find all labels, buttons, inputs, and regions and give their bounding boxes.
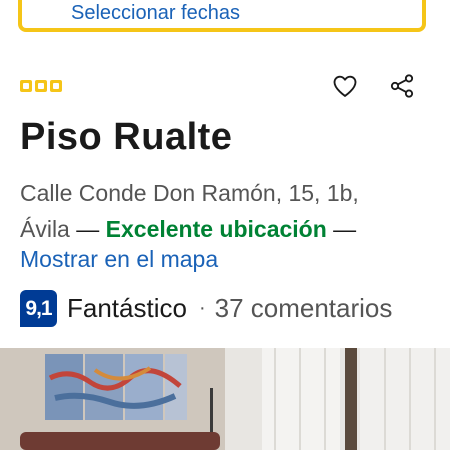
separator-dash: — [76,216,100,242]
separator-dash: — [333,216,357,242]
review-summary[interactable]: 9,1 Fantástico · 37 comentarios [20,290,392,327]
location-badge: Excelente ubicación [105,216,327,242]
review-score-badge: 9,1 [20,290,57,327]
star-rating [20,80,62,92]
review-score-label: Fantástico [67,293,187,323]
property-address: Calle Conde Don Ramón, 15, 1b, Ávila — E… [20,175,440,247]
date-selector-label[interactable]: Seleccionar fechas [71,2,240,25]
share-button[interactable] [388,72,416,100]
star-rating-icon [20,80,32,92]
dot-separator: · [198,297,206,319]
property-photo[interactable] [0,348,450,450]
date-selector[interactable]: Seleccionar fechas [18,0,426,32]
address-line: Calle Conde Don Ramón, 15, 1b, [20,180,359,206]
address-city: Ávila [20,216,70,242]
show-on-map-link[interactable]: Mostrar en el mapa [20,246,218,273]
share-icon [390,74,414,98]
star-rating-icon [50,80,62,92]
heart-icon [333,75,357,97]
property-title: Piso Rualte [20,116,233,158]
star-rating-icon [35,80,47,92]
review-count[interactable]: 37 comentarios [215,293,393,324]
favorite-button[interactable] [331,72,359,100]
